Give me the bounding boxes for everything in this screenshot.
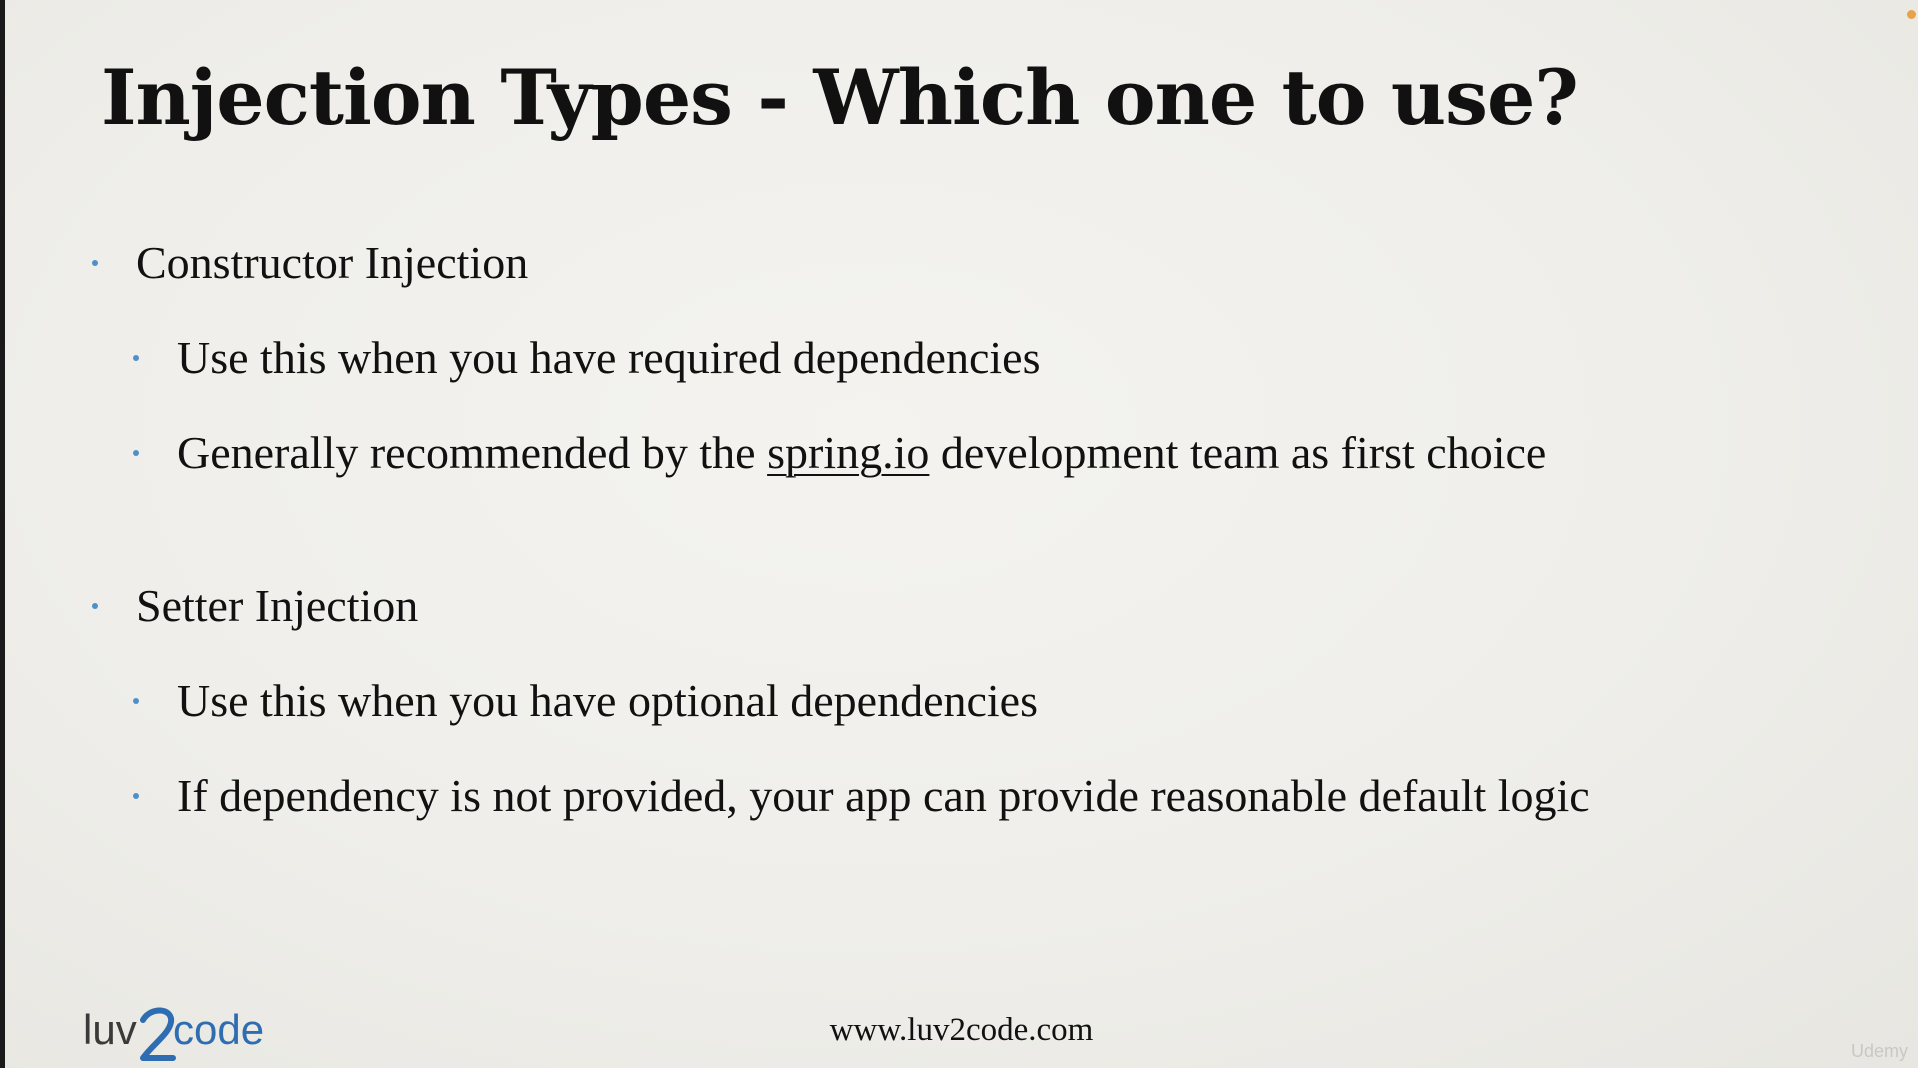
- bullet-dot-icon: [133, 697, 139, 704]
- bullet-dot-icon: [133, 449, 139, 456]
- bullet-text: Constructor Injection: [136, 237, 529, 288]
- bullet-text-after: development team as first choice: [929, 427, 1547, 478]
- bullet-text: Use this when you have optional dependen…: [177, 675, 1038, 726]
- bullet-text: If dependency is not provided, your app …: [177, 770, 1590, 821]
- spring-io-link[interactable]: spring.io: [767, 427, 929, 478]
- bullet-dot-icon: [133, 354, 139, 361]
- bullet-text: Generally recommended by the spring.io d…: [177, 426, 1546, 479]
- bullet-dot-icon: [92, 602, 98, 609]
- footer-url[interactable]: www.luv2code.com: [5, 1012, 1918, 1049]
- slide: Injection Types - Which one to use? Cons…: [5, 0, 1918, 1068]
- bullet-text-before: Generally recommended by the: [177, 427, 768, 478]
- bullet-setter-injection: Setter Injection: [92, 579, 418, 632]
- sub-bullet-required-dependencies: Use this when you have required dependen…: [133, 331, 1041, 384]
- bullet-dot-icon: [133, 792, 139, 799]
- sub-bullet-optional-dependencies: Use this when you have optional dependen…: [133, 674, 1038, 727]
- sub-bullet-recommended: Generally recommended by the spring.io d…: [133, 426, 1546, 479]
- bullet-text: Setter Injection: [136, 580, 419, 631]
- bullet-list: Constructor Injection Use this when you …: [5, 0, 1918, 1068]
- sub-bullet-default-logic: If dependency is not provided, your app …: [133, 769, 1590, 822]
- bullet-text: Use this when you have required dependen…: [177, 332, 1041, 383]
- bullet-dot-icon: [92, 259, 98, 266]
- udemy-watermark: Udemy: [1850, 1041, 1908, 1061]
- bullet-constructor-injection: Constructor Injection: [92, 236, 528, 289]
